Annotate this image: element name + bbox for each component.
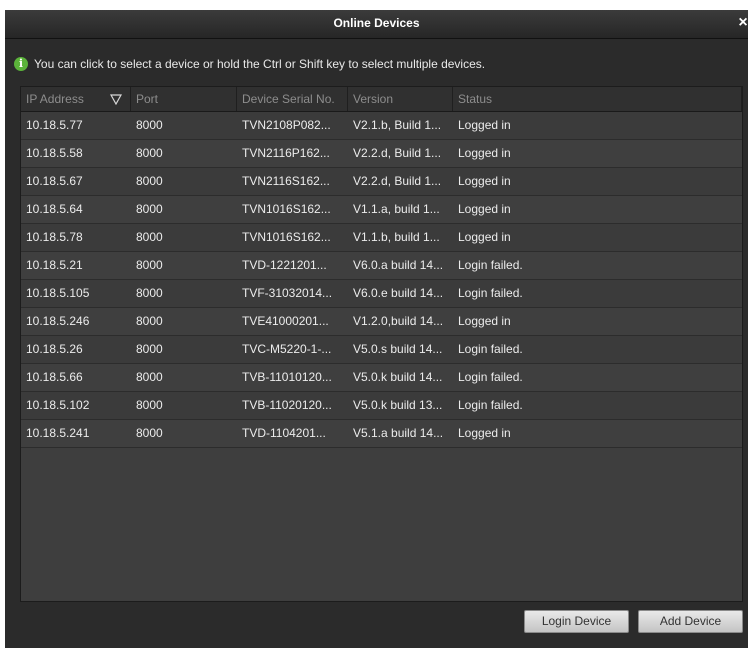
port-cell: 8000 bbox=[136, 314, 163, 328]
status-cell: Login failed. bbox=[458, 398, 523, 412]
table-header: IP Address Port Device Serial No. Versio… bbox=[21, 87, 742, 112]
serial-cell: TVN1016S162... bbox=[242, 230, 331, 244]
port-cell: 8000 bbox=[136, 398, 163, 412]
title-bar: Online Devices × bbox=[5, 10, 748, 39]
version-cell: V6.0.a build 14... bbox=[353, 258, 444, 272]
status-cell: Logged in bbox=[458, 118, 511, 132]
ip-address-cell: 10.18.5.246 bbox=[26, 314, 90, 328]
version-cell: V2.1.b, Build 1... bbox=[353, 118, 442, 132]
port-cell: 8000 bbox=[136, 174, 163, 188]
status-cell: Login failed. bbox=[458, 370, 523, 384]
serial-cell: TVN2108P082... bbox=[242, 118, 331, 132]
version-cell: V1.2.0,build 14... bbox=[353, 314, 444, 328]
port-cell: 8000 bbox=[136, 426, 163, 440]
version-cell: V1.1.a, build 1... bbox=[353, 202, 440, 216]
status-cell: Logged in bbox=[458, 230, 511, 244]
version-cell: V2.2.d, Build 1... bbox=[353, 174, 442, 188]
status-cell: Logged in bbox=[458, 426, 511, 440]
serial-cell: TVC-M5220-1-... bbox=[242, 342, 332, 356]
table-row[interactable]: 10.18.5.102 8000 TVB-11020120... V5.0.k bui… bbox=[21, 392, 742, 420]
table-row[interactable]: 10.18.5.21 8000 TVD-1221201... V6.0.a build… bbox=[21, 252, 742, 280]
status-cell: Login failed. bbox=[458, 286, 523, 300]
serial-cell: TVN2116P162... bbox=[242, 146, 330, 160]
port-cell: 8000 bbox=[136, 370, 163, 384]
table-row[interactable]: 10.18.5.246 8000 TVE41000201... V1.2.0,buil… bbox=[21, 308, 742, 336]
table-body: 10.18.5.77 8000 TVN2108P082... V2.1.b, Buil… bbox=[21, 112, 742, 448]
online-devices-dialog: Online Devices × i You can click to sele… bbox=[5, 10, 748, 648]
port-cell: 8000 bbox=[136, 286, 163, 300]
column-header-ip-address[interactable]: IP Address bbox=[21, 87, 131, 111]
status-cell: Login failed. bbox=[458, 258, 523, 272]
close-icon[interactable]: × bbox=[734, 14, 748, 32]
ip-address-cell: 10.18.5.241 bbox=[26, 426, 90, 440]
status-cell: Logged in bbox=[458, 314, 511, 328]
serial-cell: TVN2116S162... bbox=[242, 174, 330, 188]
status-cell: Logged in bbox=[458, 174, 511, 188]
ip-address-cell: 10.18.5.77 bbox=[26, 118, 83, 132]
status-cell: Logged in bbox=[458, 146, 511, 160]
version-cell: V1.1.b, build 1... bbox=[353, 230, 440, 244]
status-cell: Login failed. bbox=[458, 342, 523, 356]
version-cell: V6.0.e build 14... bbox=[353, 286, 444, 300]
table-row[interactable]: 10.18.5.66 8000 TVB-11010120... V5.0.k buil… bbox=[21, 364, 742, 392]
serial-cell: TVE41000201... bbox=[242, 314, 329, 328]
port-cell: 8000 bbox=[136, 258, 163, 272]
ip-address-cell: 10.18.5.66 bbox=[26, 370, 83, 384]
serial-cell: TVD-1104201... bbox=[242, 426, 326, 440]
column-header-serial[interactable]: Device Serial No. bbox=[237, 87, 348, 111]
table-row[interactable]: 10.18.5.105 8000 TVF-31032014... V6.0.e bui… bbox=[21, 280, 742, 308]
info-icon: i bbox=[14, 57, 28, 71]
port-cell: 8000 bbox=[136, 342, 163, 356]
serial-cell: TVD-1221201... bbox=[242, 258, 327, 272]
table-row[interactable]: 10.18.5.78 8000 TVN1016S162... V1.1.b, buil… bbox=[21, 224, 742, 252]
ip-address-cell: 10.18.5.26 bbox=[26, 342, 83, 356]
sort-filter-icon[interactable] bbox=[110, 93, 122, 105]
ip-address-cell: 10.18.5.102 bbox=[26, 398, 90, 412]
serial-cell: TVF-31032014... bbox=[242, 286, 333, 300]
port-cell: 8000 bbox=[136, 202, 163, 216]
table-row[interactable]: 10.18.5.241 8000 TVD-1104201... V5.1.a buil… bbox=[21, 420, 742, 448]
column-header-version[interactable]: Version bbox=[348, 87, 453, 111]
port-cell: 8000 bbox=[136, 230, 163, 244]
serial-cell: TVB-11020120... bbox=[242, 398, 332, 412]
ip-address-cell: 10.18.5.67 bbox=[26, 174, 83, 188]
login-device-button[interactable]: Login Device bbox=[524, 610, 629, 633]
column-header-label: IP Address bbox=[26, 92, 84, 106]
table-row[interactable]: 10.18.5.77 8000 TVN2108P082... V2.1.b, Buil… bbox=[21, 112, 742, 140]
column-header-status[interactable]: Status bbox=[453, 87, 742, 111]
column-header-port[interactable]: Port bbox=[131, 87, 237, 111]
ip-address-cell: 10.18.5.21 bbox=[26, 258, 83, 272]
serial-cell: TVN1016S162... bbox=[242, 202, 331, 216]
add-device-button[interactable]: Add Device bbox=[638, 610, 743, 633]
ip-address-cell: 10.18.5.78 bbox=[26, 230, 83, 244]
version-cell: V5.0.k build 14... bbox=[353, 370, 443, 384]
serial-cell: TVB-11010120... bbox=[242, 370, 332, 384]
devices-table: IP Address Port Device Serial No. Versio… bbox=[20, 86, 743, 602]
dialog-title: Online Devices bbox=[333, 16, 420, 30]
hint-row: i You can click to select a device or ho… bbox=[14, 56, 485, 72]
ip-address-cell: 10.18.5.58 bbox=[26, 146, 83, 160]
hint-text: You can click to select a device or hold… bbox=[34, 57, 486, 71]
table-row[interactable]: 10.18.5.26 8000 TVC-M5220-1-... V5.0.s buil… bbox=[21, 336, 742, 364]
table-row[interactable]: 10.18.5.64 8000 TVN1016S162... V1.1.a, buil… bbox=[21, 196, 742, 224]
status-cell: Logged in bbox=[458, 202, 511, 216]
ip-address-cell: 10.18.5.105 bbox=[26, 286, 90, 300]
version-cell: V5.0.s build 14... bbox=[353, 342, 443, 356]
table-row[interactable]: 10.18.5.67 8000 TVN2116S162... V2.2.d, Buil… bbox=[21, 168, 742, 196]
ip-address-cell: 10.18.5.64 bbox=[26, 202, 83, 216]
version-cell: V5.1.a build 14... bbox=[353, 426, 444, 440]
table-row[interactable]: 10.18.5.58 8000 TVN2116P162... V2.2.d, Buil… bbox=[21, 140, 742, 168]
port-cell: 8000 bbox=[136, 118, 163, 132]
version-cell: V5.0.k build 13... bbox=[353, 398, 443, 412]
port-cell: 8000 bbox=[136, 146, 163, 160]
version-cell: V2.2.d, Build 1... bbox=[353, 146, 442, 160]
